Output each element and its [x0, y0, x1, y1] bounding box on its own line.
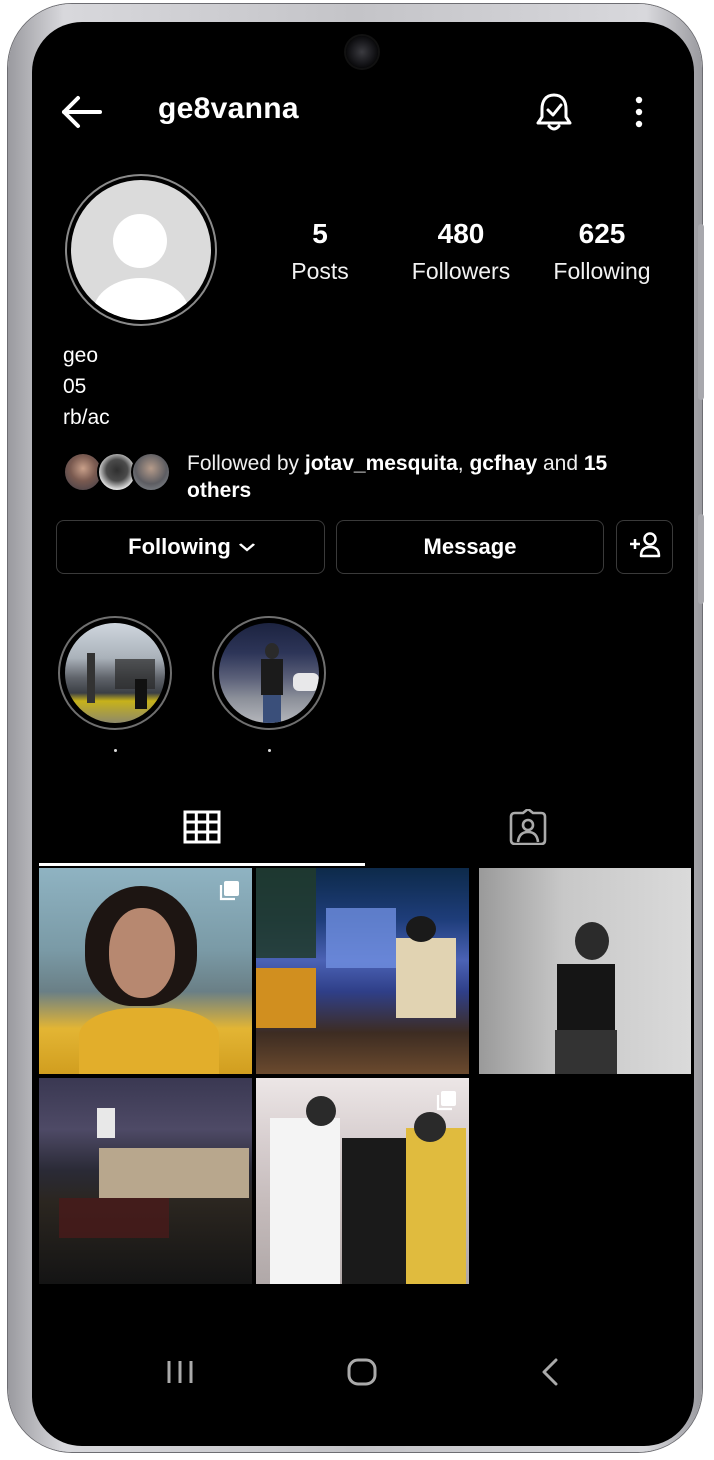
profile-tabs [39, 792, 691, 866]
post-thumbnail[interactable] [479, 868, 691, 1074]
tab-tagged[interactable] [365, 792, 691, 866]
chevron-down-icon [238, 539, 255, 555]
profile-bio: geo 05 rb/ac [63, 340, 110, 433]
followed-by-section[interactable]: Followed by jotav_mesquita, gcfhay and 1… [63, 450, 683, 514]
more-vertical-icon[interactable] [624, 92, 654, 132]
bio-line: 05 [63, 375, 87, 398]
following-button[interactable]: Following [56, 520, 325, 574]
highlight-label [114, 749, 117, 752]
multiple-photos-icon [436, 1091, 456, 1111]
active-tab-indicator [39, 863, 365, 866]
message-button[interactable]: Message [336, 520, 604, 574]
multiple-photos-icon [219, 881, 239, 901]
screen: ge8vanna 5 Posts 480 Followers 625 Follo… [32, 22, 694, 1446]
posts-label: Posts [291, 258, 349, 284]
following-label: Following [553, 258, 651, 284]
arrow-left-icon[interactable] [60, 92, 104, 132]
following-count: 625 [578, 218, 626, 249]
notification-bell-icon[interactable] [534, 90, 574, 134]
message-button-label: Message [423, 534, 517, 559]
recent-apps-icon[interactable] [160, 1352, 200, 1392]
profile-username: ge8vanna [158, 92, 299, 125]
bio-line: geo [63, 344, 99, 367]
home-icon[interactable] [342, 1352, 382, 1392]
back-icon[interactable] [530, 1352, 570, 1392]
posts-stat[interactable]: 5 Posts [255, 218, 385, 285]
front-camera [346, 36, 378, 68]
followed-by-text: Followed by jotav_mesquita, gcfhay and 1… [187, 452, 608, 502]
post-thumbnail[interactable] [256, 1078, 469, 1284]
profile-avatar[interactable] [65, 174, 217, 326]
highlight-cover-street [219, 623, 319, 723]
highlight-label [268, 749, 271, 752]
post-thumbnail[interactable] [39, 1078, 252, 1284]
mutual-follower-avatar [131, 452, 171, 492]
grid-icon [183, 810, 221, 849]
system-navigation-bar [32, 1342, 694, 1402]
post-thumbnail[interactable] [39, 868, 252, 1074]
add-person-icon [628, 530, 662, 564]
phone-frame: ge8vanna 5 Posts 480 Followers 625 Follo… [8, 4, 704, 1452]
story-highlight[interactable] [58, 616, 172, 730]
profile-header: ge8vanna [32, 82, 694, 142]
suggest-people-button[interactable] [616, 520, 673, 574]
following-stat[interactable]: 625 Following [537, 218, 667, 285]
highlight-cover-gym [65, 623, 165, 723]
default-avatar-icon [71, 180, 211, 320]
posts-count: 5 [312, 218, 328, 249]
bio-line: rb/ac [63, 406, 110, 429]
followers-label: Followers [411, 258, 511, 284]
following-button-label: Following [128, 534, 231, 559]
post-thumbnail[interactable] [256, 868, 469, 1074]
tab-posts-grid[interactable] [39, 792, 365, 866]
followers-stat[interactable]: 480 Followers [396, 218, 526, 285]
volume-button [698, 224, 704, 400]
power-button [698, 514, 704, 604]
tagged-person-icon [507, 807, 549, 850]
followers-count: 480 [437, 218, 485, 249]
story-highlight[interactable] [212, 616, 326, 730]
